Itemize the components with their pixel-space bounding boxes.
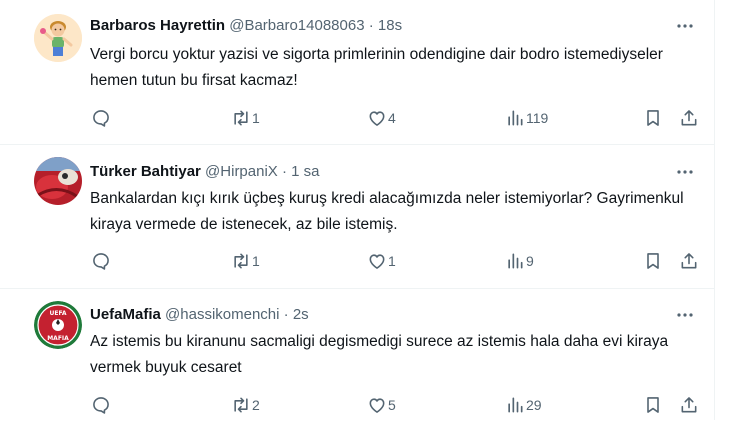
tweet-header: UefaMafia @hassikomenchi · 2s bbox=[90, 305, 309, 325]
views-button[interactable]: 119 bbox=[498, 101, 548, 135]
like-count: 1 bbox=[388, 253, 396, 269]
share-icon bbox=[681, 397, 697, 413]
reply-icon bbox=[93, 110, 109, 127]
share-button[interactable] bbox=[672, 388, 706, 422]
more-options-button[interactable] bbox=[668, 155, 702, 189]
views-count: 29 bbox=[526, 397, 542, 413]
tweet-time[interactable]: 18s bbox=[378, 17, 402, 34]
bookmark-icon bbox=[647, 397, 659, 413]
avatar-text-top: UEFA bbox=[49, 310, 66, 317]
like-count: 5 bbox=[388, 397, 396, 413]
avatar[interactable] bbox=[34, 157, 82, 205]
more-options-button[interactable] bbox=[668, 9, 702, 43]
avatar-text-bottom: MAFIA bbox=[47, 335, 69, 342]
tweet-actions: 1 4 119 bbox=[76, 101, 716, 135]
retweet-icon bbox=[234, 110, 248, 126]
share-icon bbox=[681, 253, 697, 269]
tweet[interactable]: Türker Bahtiyar @HirpaniX · 1 sa Bankala… bbox=[0, 145, 714, 289]
views-chart-icon bbox=[508, 110, 523, 126]
separator-dot: · bbox=[368, 17, 374, 34]
more-dots-icon bbox=[677, 170, 693, 174]
tweet-text: Az istemis bu kiranunu sacmaligi degisme… bbox=[90, 333, 669, 376]
retweet-count: 1 bbox=[252, 110, 260, 126]
tweet-feed: Barbaros Hayrettin @Barbaro14088063 · 18… bbox=[0, 0, 715, 420]
author-name[interactable]: UefaMafia bbox=[90, 306, 161, 323]
author-handle[interactable]: @Barbaro14088063 bbox=[229, 17, 364, 34]
retweet-button[interactable]: 1 bbox=[224, 244, 260, 278]
tweet-header: Türker Bahtiyar @HirpaniX · 1 sa bbox=[90, 162, 320, 182]
views-count: 119 bbox=[526, 110, 549, 126]
views-button[interactable]: 29 bbox=[498, 388, 542, 422]
retweet-button[interactable]: 2 bbox=[224, 388, 260, 422]
tweet-actions: 2 5 29 bbox=[76, 388, 716, 422]
separator-dot: · bbox=[283, 306, 289, 323]
tweet[interactable]: Barbaros Hayrettin @Barbaro14088063 · 18… bbox=[0, 0, 714, 145]
heart-icon bbox=[369, 254, 385, 269]
separator-dot: · bbox=[281, 163, 287, 180]
reply-icon bbox=[93, 253, 109, 270]
retweet-button[interactable]: 1 bbox=[224, 101, 260, 135]
reply-button[interactable] bbox=[84, 101, 112, 135]
tweet-text: Vergi borcu yoktur yazisi ve sigorta pri… bbox=[90, 46, 663, 89]
bookmark-button[interactable] bbox=[636, 388, 670, 422]
tweet-actions: 1 1 9 bbox=[76, 244, 716, 278]
more-dots-icon bbox=[677, 24, 693, 28]
share-button[interactable] bbox=[672, 244, 706, 278]
more-dots-icon bbox=[677, 313, 693, 317]
tweet-text: Bankalardan kıçı kırık üçbeş kuruş kredi… bbox=[90, 190, 684, 233]
like-count: 4 bbox=[388, 110, 396, 126]
author-handle[interactable]: @hassikomenchi bbox=[165, 306, 279, 323]
bookmark-icon bbox=[647, 253, 659, 269]
reply-icon bbox=[93, 397, 109, 414]
tweet[interactable]: UEFA MAFIA UefaMafia @hassikomenchi · 2s… bbox=[0, 289, 714, 429]
reply-button[interactable] bbox=[84, 244, 112, 278]
bookmark-button[interactable] bbox=[636, 244, 670, 278]
tweet-time[interactable]: 1 sa bbox=[291, 163, 319, 180]
heart-icon bbox=[369, 111, 385, 126]
avatar[interactable]: UEFA MAFIA bbox=[34, 301, 82, 349]
retweet-icon bbox=[234, 253, 248, 269]
author-name[interactable]: Barbaros Hayrettin bbox=[90, 17, 225, 34]
like-button[interactable]: 5 bbox=[360, 388, 396, 422]
like-button[interactable]: 1 bbox=[360, 244, 396, 278]
views-count: 9 bbox=[526, 253, 534, 269]
bookmark-icon bbox=[647, 110, 659, 126]
avatar[interactable] bbox=[34, 14, 82, 62]
reply-button[interactable] bbox=[84, 388, 112, 422]
share-button[interactable] bbox=[672, 101, 706, 135]
tweet-time[interactable]: 2s bbox=[293, 306, 309, 323]
heart-icon bbox=[369, 398, 385, 413]
author-name[interactable]: Türker Bahtiyar bbox=[90, 163, 201, 180]
bookmark-button[interactable] bbox=[636, 101, 670, 135]
retweet-count: 2 bbox=[252, 397, 260, 413]
views-chart-icon bbox=[508, 253, 523, 269]
like-button[interactable]: 4 bbox=[360, 101, 396, 135]
views-chart-icon bbox=[508, 397, 523, 413]
more-options-button[interactable] bbox=[668, 298, 702, 332]
tweet-header: Barbaros Hayrettin @Barbaro14088063 · 18… bbox=[90, 16, 402, 36]
retweet-count: 1 bbox=[252, 253, 260, 269]
share-icon bbox=[681, 110, 697, 126]
views-button[interactable]: 9 bbox=[498, 244, 534, 278]
author-handle[interactable]: @HirpaniX bbox=[205, 163, 278, 180]
retweet-icon bbox=[234, 397, 248, 413]
